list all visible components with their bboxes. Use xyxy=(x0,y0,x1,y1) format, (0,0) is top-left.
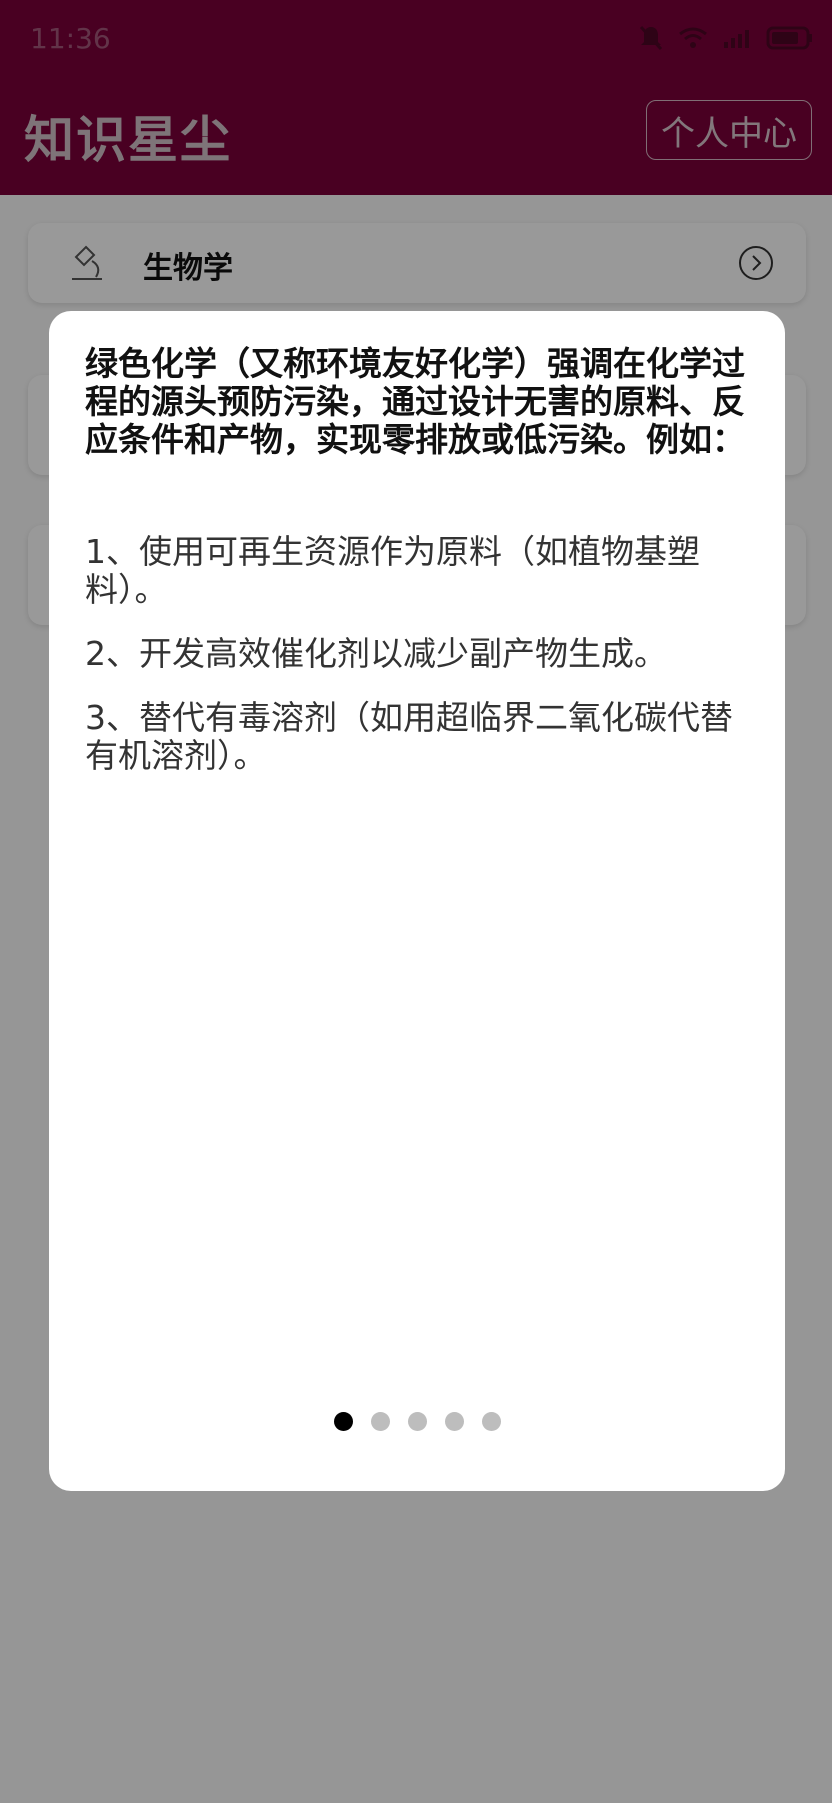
list-item: 2、开发高效催化剂以减少副产物生成。 xyxy=(85,634,667,673)
knowledge-dialog: 绿色化学（又称环境友好化学）强调在化学过程的源头预防污染，通过设计无害的原料、反… xyxy=(49,311,785,1491)
dialog-examples-list: 1、使用可再生资源作为原料（如植物基塑料）。 2、开发高效催化剂以减少副产物生成… xyxy=(85,533,755,801)
list-item: 1、使用可再生资源作为原料（如植物基塑料）。 xyxy=(85,532,700,609)
page-dot-1[interactable] xyxy=(333,1412,353,1431)
page-dot-3[interactable] xyxy=(407,1412,427,1431)
page-dot-5[interactable] xyxy=(481,1412,501,1431)
page-dot-2[interactable] xyxy=(370,1412,390,1431)
dialog-intro-text: 绿色化学（又称环境友好化学）强调在化学过程的源头预防污染，通过设计无害的原料、反… xyxy=(85,344,745,459)
page-dot-4[interactable] xyxy=(444,1412,464,1431)
page-indicator xyxy=(49,1412,785,1431)
list-item: 3、替代有毒溶剂（如用超临界二氧化碳代替有机溶剂）。 xyxy=(85,698,733,775)
